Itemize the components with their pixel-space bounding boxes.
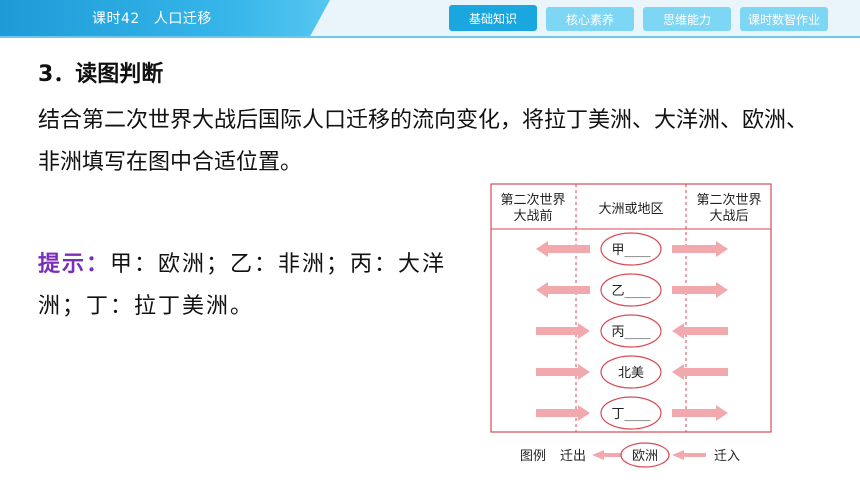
tab-core-literacy[interactable]: 核心素养 xyxy=(546,7,634,31)
col-after-line1: 第二次世界 xyxy=(696,192,761,208)
legend-in-label: 迁入 xyxy=(714,449,740,464)
header-bar: 课时42 人口迁移 基础知识 核心素养 思维能力 课时数智作业 xyxy=(0,0,860,38)
diagram-legend: 图例 迁出 欧洲 迁入 xyxy=(520,442,740,468)
question-title: 3．读图判断 xyxy=(38,62,164,87)
col-before-line2: 大战前 xyxy=(513,208,552,224)
legend-out-arrow-icon xyxy=(592,450,624,460)
header-divider xyxy=(0,36,860,38)
col-before-line1: 第二次世界 xyxy=(500,192,565,208)
region-label-4: 丁____ xyxy=(611,407,651,422)
tab-basic-knowledge[interactable]: 基础知识 xyxy=(449,5,537,31)
region-label-2: 丙____ xyxy=(611,325,651,340)
lesson-title: 课时42 人口迁移 xyxy=(92,8,212,28)
col-after-line2: 大战后 xyxy=(709,209,748,224)
tab-thinking-ability[interactable]: 思维能力 xyxy=(643,7,731,31)
migration-diagram: 第二次世界 大战前 大洲或地区 第二次世界 大战后 甲____ 乙____ 丙___… xyxy=(490,183,772,433)
legend-out-label: 迁出 xyxy=(560,449,586,464)
tab-homework[interactable]: 课时数智作业 xyxy=(740,7,828,31)
col-middle-header: 大洲或地区 xyxy=(598,202,663,217)
hint-block: 提示：甲：欧洲；乙：非洲；丙：大洋洲；丁：拉丁美洲。 xyxy=(38,244,458,328)
region-label-3: 北美 xyxy=(618,366,644,381)
lesson-code: 课时42 xyxy=(92,11,140,27)
lesson-name: 人口迁移 xyxy=(153,11,212,27)
hint-label: 提示： xyxy=(38,252,111,277)
legend-title: 图例 xyxy=(520,449,546,464)
legend-sample-label: 欧洲 xyxy=(632,449,658,464)
question-text: 结合第二次世界大战后国际人口迁移的流向变化，将拉丁美洲、大洋洲、欧洲、非洲填写在… xyxy=(38,108,809,175)
region-label-0: 甲____ xyxy=(611,243,651,258)
legend-in-arrow-icon xyxy=(672,450,706,460)
region-label-1: 乙____ xyxy=(611,284,651,299)
